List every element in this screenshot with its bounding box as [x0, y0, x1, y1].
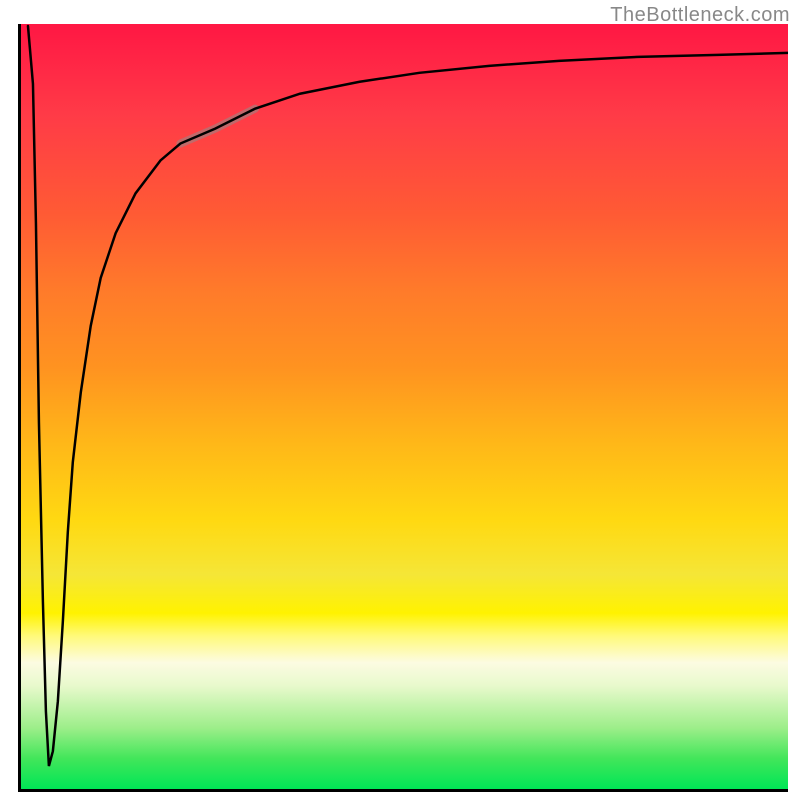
chart-plot-area	[18, 24, 788, 792]
watermark-text: TheBottleneck.com	[610, 4, 790, 27]
chart-gradient-background	[21, 24, 788, 789]
